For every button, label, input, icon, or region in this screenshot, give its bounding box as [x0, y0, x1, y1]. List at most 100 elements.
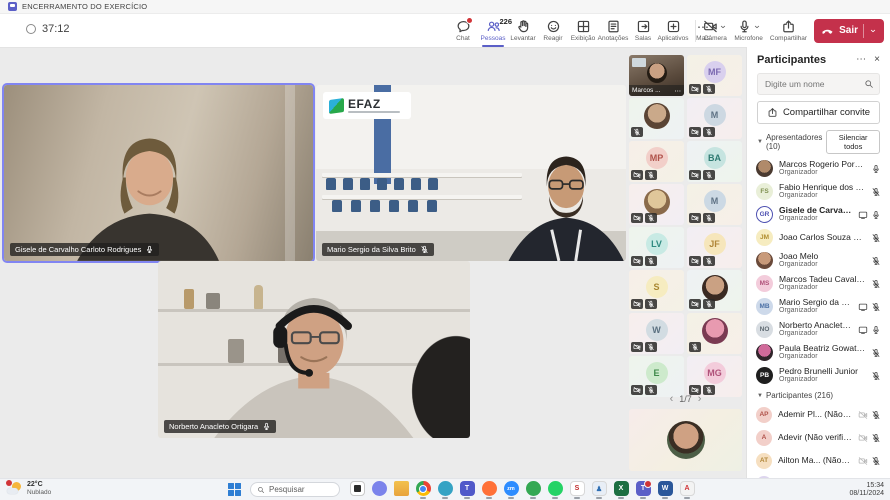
thumbnail-initials-tile[interactable]: M [687, 184, 742, 225]
thumbnail-initials-tile[interactable]: MP [629, 141, 684, 182]
taskbar-app-task-view[interactable] [349, 481, 365, 499]
screen-icon[interactable] [858, 210, 868, 220]
leave-button[interactable]: Sair [814, 18, 884, 43]
chevron-down-icon[interactable] [869, 27, 877, 35]
screen-icon[interactable] [858, 325, 868, 335]
toolbar-rooms-button[interactable]: Salas [628, 14, 658, 47]
camera-button[interactable]: Câmera [703, 19, 727, 42]
self-view-tile[interactable] [629, 409, 742, 471]
start-button[interactable] [228, 483, 242, 497]
mic-off-icon[interactable] [871, 433, 881, 443]
taskbar-app-meet[interactable] [525, 481, 541, 499]
thumbnail-photo-tile[interactable] [687, 313, 742, 354]
taskbar-app-zoom[interactable]: zm [503, 481, 519, 499]
participant-row[interactable]: Paula Beatriz Gowatski HigertOrganizador [747, 341, 890, 364]
mic-on-icon[interactable] [871, 164, 881, 174]
cam-off-icon [689, 170, 701, 180]
mic-off-icon[interactable] [871, 456, 881, 466]
video-tile-mario[interactable]: EFAZ Mario Sergio da Silva Brito [316, 85, 626, 261]
participant-row[interactable]: A Adevir (Não verificado) [747, 426, 890, 449]
thumbnail-video-tile[interactable]: Marcos ... ⋯ [629, 55, 684, 96]
thumbnail-initials-tile[interactable]: MF [687, 55, 742, 96]
participant-row[interactable]: Marcos Rogerio Portes Organizador [747, 157, 890, 180]
presenters-section-toggle[interactable]: ▼ Apresentadores (10) [757, 133, 826, 151]
thumbnail-photo-tile[interactable] [629, 98, 684, 139]
thumbnail-more-icon[interactable]: ⋯ [675, 87, 682, 95]
thumbnail-photo-tile[interactable] [687, 270, 742, 311]
pager-next-icon[interactable]: › [698, 394, 702, 405]
thumbnail-initials-tile[interactable]: JF [687, 227, 742, 268]
participant-row[interactable]: AT Ailton Ma... (Não verificado) [747, 449, 890, 472]
taskbar-app-chrome[interactable] [415, 481, 431, 499]
participant-row[interactable]: GR Gisele de Carvalho Carlot...Organizado… [747, 203, 890, 226]
taskbar-app-firefox[interactable] [481, 481, 497, 499]
share-button[interactable]: Compartilhar [770, 19, 807, 42]
participant-row[interactable]: MS Marcos Tadeu Cavalcante da S...Organiz… [747, 272, 890, 295]
taskbar-app-people-app[interactable]: ♟ [591, 481, 607, 499]
mic-off-icon[interactable] [871, 348, 881, 358]
participant-row[interactable]: FS Fabio Henrique dos SantosOrganizador [747, 180, 890, 203]
cam-off-icon[interactable] [858, 433, 868, 443]
taskbar-app-teams[interactable]: T [459, 481, 475, 499]
taskbar-app-file-explorer[interactable] [393, 481, 409, 499]
participant-row[interactable]: MB Mario Sergio da Silva BritoOrganizador [747, 295, 890, 318]
mic-off-icon[interactable] [871, 187, 881, 197]
toolbar-chat-button[interactable]: Chat [448, 14, 478, 47]
thumbnail-initials-tile[interactable]: MG [687, 356, 742, 397]
taskbar-app-sei[interactable]: S [569, 481, 585, 499]
taskbar-app-word[interactable]: W [657, 481, 673, 499]
screen-icon[interactable] [858, 302, 868, 312]
taskbar-app-edge[interactable] [437, 481, 453, 499]
mic-on-icon[interactable] [871, 210, 881, 220]
participant-row[interactable]: Joao Melo Organizador [747, 249, 890, 272]
thumbnail-initials-tile[interactable]: E [629, 356, 684, 397]
toolbar-view-button[interactable]: Exibição [568, 14, 598, 47]
chevron-down-icon[interactable] [719, 23, 727, 31]
participant-row[interactable]: AP Ademir Pl... (Não verificado) [747, 403, 890, 426]
video-tile-norberto[interactable]: Norberto Anacleto Ortigara [158, 261, 470, 438]
toolbar-react-button[interactable]: Reagir [538, 14, 568, 47]
taskbar-clock[interactable]: 15:34 08/11/2024 [849, 482, 884, 498]
mic-on-icon[interactable] [871, 325, 881, 335]
video-tile-gisele[interactable]: Gisele de Carvalho Carloto Rodrigues [4, 85, 313, 261]
mic-off-icon[interactable] [871, 279, 881, 289]
attendees-section-toggle[interactable]: ▼ Participantes (216) [757, 391, 833, 400]
microphone-button[interactable]: Microfone [734, 19, 763, 42]
taskbar-app-acrobat[interactable]: A [679, 481, 695, 499]
toolbar-people-button[interactable]: 226 Pessoas [478, 14, 514, 47]
mic-off-icon[interactable] [871, 371, 881, 381]
share-invite-button[interactable]: Compartilhar convite [757, 101, 880, 124]
participant-search[interactable] [757, 73, 880, 95]
teams-app-icon [8, 2, 17, 11]
thumbnail-initials-tile[interactable]: LV [629, 227, 684, 268]
thumbnail-initials-tile[interactable]: M [687, 98, 742, 139]
mic-off-icon[interactable] [871, 410, 881, 420]
taskbar-app-teams-2[interactable]: T [635, 480, 652, 499]
participant-search-input[interactable] [763, 78, 860, 90]
mute-all-button[interactable]: Silenciar todos [826, 130, 880, 154]
panel-close-icon[interactable]: × [874, 55, 880, 65]
thumbnail-initials-tile[interactable]: S [629, 270, 684, 311]
thumbnail-initials-tile[interactable]: BA [687, 141, 742, 182]
thumbnail-photo-tile[interactable] [629, 184, 684, 225]
taskbar-app-whatsapp[interactable] [547, 481, 563, 499]
taskbar-app-excel[interactable]: X [613, 481, 629, 499]
panel-more-icon[interactable]: ⋯ [856, 55, 866, 65]
mic-off-icon[interactable] [871, 302, 881, 312]
mic-off-icon[interactable] [871, 256, 881, 266]
cam-off-icon[interactable] [858, 410, 868, 420]
toolbar-apps-button[interactable]: Aplicativos [657, 14, 689, 47]
toolbar-notes-button[interactable]: Anotações [598, 14, 628, 47]
participant-row[interactable]: NO Norberto Anacleto OrtigaraOrganizador [747, 318, 890, 341]
chevron-down-icon[interactable] [753, 23, 761, 31]
participant-row[interactable]: JM Joao Carlos Souza Marques [747, 226, 890, 249]
participant-row[interactable]: PB Pedro Brunelli Junior Organizador [747, 364, 890, 387]
toolbar-raise-button[interactable]: Levantar [508, 14, 538, 47]
taskbar-app-teams-chat[interactable] [371, 481, 387, 499]
pager-prev-icon[interactable]: ‹ [670, 394, 674, 405]
mic-off-icon[interactable] [871, 233, 881, 243]
taskbar-search[interactable]: Pesquisar [250, 482, 340, 497]
thumbnail-initials-tile[interactable]: W [629, 313, 684, 354]
weather-widget[interactable]: 22°C Nublado [6, 480, 51, 496]
cam-off-icon[interactable] [858, 456, 868, 466]
